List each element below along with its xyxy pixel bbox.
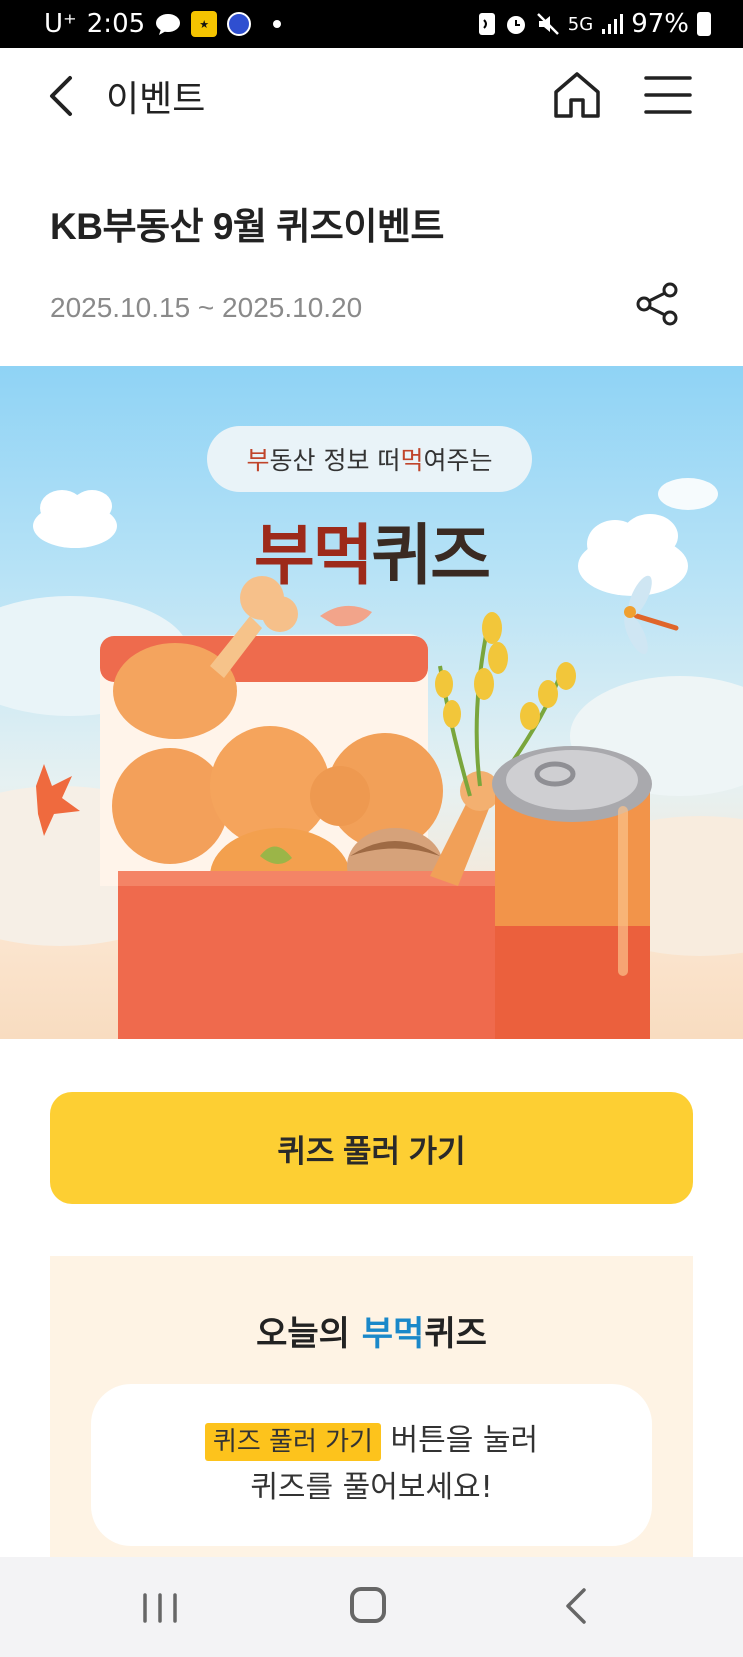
page-title: 이벤트 <box>106 78 206 119</box>
nav-back-icon[interactable] <box>564 1587 588 1625</box>
security-app-icon <box>227 12 252 36</box>
quiz-tag: 퀴즈 풀러 가기 <box>204 1423 381 1461</box>
go-quiz-button[interactable]: 퀴즈 풀러 가기 <box>50 1092 693 1204</box>
nav-home-icon[interactable] <box>350 1587 386 1623</box>
banner-tagline: 부 동산 정보 떠 먹 여주는 <box>207 426 532 492</box>
tagline-part-4: 여주는 <box>423 446 493 475</box>
app-notification-icon: ★ <box>191 11 218 37</box>
quiz-instruction-line-1: 퀴즈 풀러 가기 버튼을 눌러 <box>91 1418 652 1465</box>
more-notifications-icon <box>273 20 282 28</box>
headline-red-part: 부먹 <box>254 517 373 594</box>
event-title: KB부동산 9월 퀴즈이벤트 <box>50 206 444 247</box>
quiz-instruction-line-2: 퀴즈를 풀어보세요! <box>250 1470 493 1505</box>
quiz-line1-rest: 버튼을 눌러 <box>380 1423 539 1458</box>
recent-apps-icon[interactable] <box>140 1593 180 1623</box>
soda-can <box>492 746 652 1039</box>
status-time: 2:05 <box>86 9 146 39</box>
chat-notification-icon <box>155 13 181 35</box>
banner-headline: 부먹퀴즈 <box>0 502 743 598</box>
quiz-heading: 오늘의 부먹퀴즈 <box>50 1306 693 1355</box>
alarm-icon <box>504 12 528 36</box>
headline-dark-part: 퀴즈 <box>371 517 491 594</box>
event-date-range: 2025.10.15 ~ 2025.10.20 <box>50 292 363 323</box>
network-type: 5G <box>567 13 594 35</box>
quiz-heading-prefix: 오늘의 <box>256 1314 362 1354</box>
carrier-label: U⁺ <box>44 9 77 39</box>
mute-icon <box>536 12 560 36</box>
system-nav-bar <box>0 1557 743 1657</box>
quiz-instruction-box: 퀴즈 풀러 가기 버튼을 눌러 퀴즈를 풀어보세요! <box>91 1384 652 1546</box>
event-banner: 부 동산 정보 떠 먹 여주는 부먹퀴즈 <box>0 366 743 1039</box>
status-bar: U⁺ 2:05 ★ 5G 97% <box>0 0 743 48</box>
signal-icon <box>601 13 624 35</box>
tagline-part-2: 동산 정보 떠 <box>269 446 401 475</box>
quiz-heading-blue: 부먹 <box>361 1314 425 1354</box>
menu-icon[interactable] <box>644 74 692 116</box>
quiz-heading-suffix: 퀴즈 <box>424 1314 487 1354</box>
battery-percent: 97% <box>631 9 689 39</box>
app-header: 이벤트 <box>0 48 743 144</box>
tagline-part-3: 먹 <box>400 446 424 475</box>
nfc-icon <box>478 12 496 36</box>
home-icon[interactable] <box>552 70 602 120</box>
battery-icon <box>697 12 711 36</box>
share-icon[interactable] <box>636 282 680 326</box>
back-icon[interactable] <box>44 74 84 118</box>
tagline-part-1: 부 <box>246 446 270 475</box>
